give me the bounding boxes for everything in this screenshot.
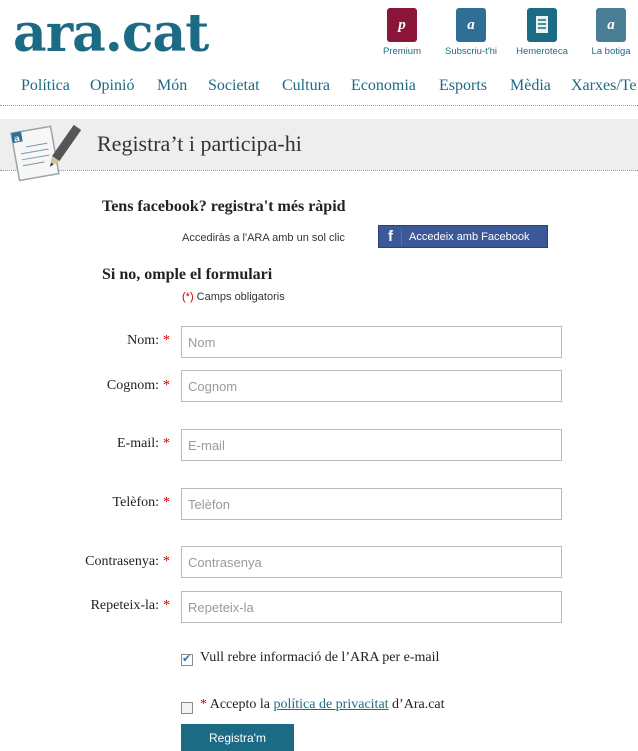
service-label: Premium <box>382 46 421 57</box>
subscribe-icon: a <box>456 8 486 42</box>
nav-item-xarxes[interactable]: Xarxes/Te <box>571 77 637 95</box>
services-bar: p Premium a Subscriu-t'hi Hemeroteca a L… <box>376 8 638 64</box>
facebook-login-button[interactable]: f Accedeix amb Facebook <box>378 225 548 248</box>
privacy-policy-link[interactable]: política de privacitat <box>273 697 388 712</box>
nav-item-mon[interactable]: Món <box>157 77 187 95</box>
service-shop[interactable]: a La botiga <box>584 8 638 57</box>
shop-icon: a <box>596 8 626 42</box>
service-label: La botiga <box>591 46 631 57</box>
facebook-heading: Tens facebook? registra't més ràpid <box>102 198 346 215</box>
password-input[interactable] <box>181 546 562 578</box>
last-name-input[interactable] <box>181 370 562 402</box>
privacy-suffix: d’Ara.cat <box>388 697 445 712</box>
site-logo[interactable]: ara.cat <box>13 6 209 62</box>
service-premium[interactable]: p Premium <box>376 8 428 57</box>
main-nav: Política Opinió Món Societat Cultura Eco… <box>0 74 638 100</box>
first-name-input[interactable] <box>181 326 562 358</box>
required-asterisk: * <box>163 333 170 348</box>
nav-item-opinio[interactable]: Opinió <box>90 77 134 95</box>
required-note-text: Camps obligatoris <box>193 291 285 303</box>
privacy-prefix: Accepto la <box>207 697 274 712</box>
facebook-icon: f <box>388 228 393 245</box>
register-button[interactable]: Registra'm <box>181 724 294 751</box>
facebook-separator <box>401 229 402 245</box>
field-label-nom: Nom: * <box>127 333 170 348</box>
privacy-label: * Accepto la política de privacitat d’Ar… <box>200 697 445 713</box>
service-label: Subscriu-t'hi <box>445 46 497 57</box>
page-title: Registra’t i participa-hi <box>97 131 302 156</box>
privacy-checkbox[interactable] <box>181 702 193 714</box>
nav-item-societat[interactable]: Societat <box>208 77 260 95</box>
service-archive[interactable]: Hemeroteca <box>512 8 572 57</box>
facebook-button-label: Accedeix amb Facebook <box>409 231 530 243</box>
field-label-email: E-mail: * <box>117 436 170 451</box>
notepad-pencil-icon: a <box>10 124 82 182</box>
required-asterisk: * <box>200 697 207 712</box>
required-marker: (*) <box>182 291 194 303</box>
required-asterisk: * <box>163 495 170 510</box>
archive-icon <box>527 8 557 42</box>
required-asterisk: * <box>163 436 170 451</box>
nav-item-politica[interactable]: Política <box>21 77 70 95</box>
repeat-password-input[interactable] <box>181 591 562 623</box>
newsletter-label[interactable]: Vull rebre informació de l’ARA per e-mai… <box>200 650 439 666</box>
newsletter-checkbox[interactable] <box>181 652 193 666</box>
field-label-telefon: Telèfon: * <box>112 495 170 510</box>
phone-input[interactable] <box>181 488 562 520</box>
field-label-repeteix: Repeteix-la: * <box>90 598 170 613</box>
service-subscribe[interactable]: a Subscriu-t'hi <box>438 8 504 57</box>
nav-item-esports[interactable]: Esports <box>439 77 487 95</box>
required-note: (*) Camps obligatoris <box>182 291 285 303</box>
nav-item-economia[interactable]: Economia <box>351 77 416 95</box>
required-asterisk: * <box>163 554 170 569</box>
required-asterisk: * <box>163 598 170 613</box>
premium-icon: p <box>387 8 417 42</box>
form-heading: Si no, omple el formulari <box>102 266 273 283</box>
nav-divider <box>0 105 638 106</box>
page-title-band: Registra’t i participa-hi <box>0 119 638 171</box>
field-label-contrasenya: Contrasenya: * <box>85 554 170 569</box>
required-asterisk: * <box>163 378 170 393</box>
service-label: Hemeroteca <box>516 46 568 57</box>
field-label-cognom: Cognom: * <box>106 378 170 393</box>
email-input[interactable] <box>181 429 562 461</box>
nav-item-media[interactable]: Mèdia <box>510 77 551 95</box>
nav-item-cultura[interactable]: Cultura <box>282 77 330 95</box>
facebook-hint: Accediràs a l'ARA amb un sol clic <box>182 232 345 244</box>
